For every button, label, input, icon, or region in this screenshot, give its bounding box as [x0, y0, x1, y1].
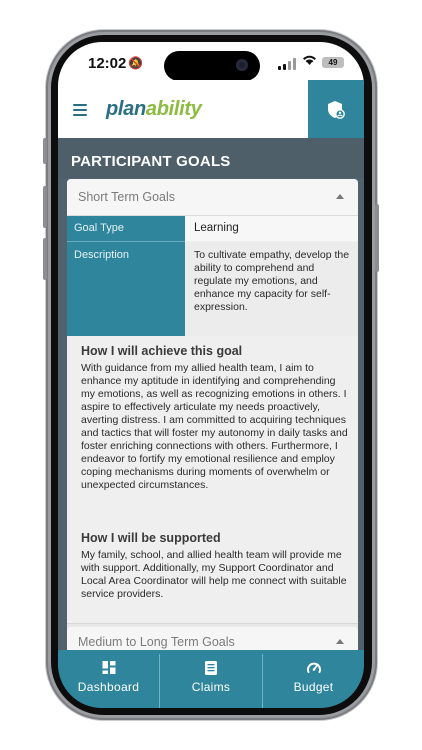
logo-ability-text: ability	[145, 98, 202, 120]
bottom-tab-bar: Dashboard Claims Budget	[58, 650, 364, 708]
description-value: To cultivate empathy, develop the abilit…	[194, 249, 350, 313]
caret-up-icon	[336, 194, 344, 199]
goal-type-label: Goal Type	[74, 222, 124, 234]
goal-type-value: Learning	[194, 222, 239, 234]
silent-bell-icon: 🔕	[128, 56, 143, 70]
volume-up-button	[43, 186, 47, 228]
tab-budget-label: Budget	[293, 680, 334, 694]
tab-dashboard[interactable]: Dashboard	[58, 650, 159, 708]
medium-long-term-goals-title: Medium to Long Term Goals	[78, 635, 235, 649]
app-header: planability	[58, 80, 364, 138]
tab-budget[interactable]: Budget	[263, 650, 364, 708]
menu-icon[interactable]	[73, 104, 87, 116]
achieve-goal-heading: How I will achieve this goal	[81, 344, 243, 358]
description-value-cell: To cultivate empathy, develop the abilit…	[185, 242, 358, 336]
camera-icon	[236, 59, 248, 71]
support-heading: How I will be supported	[81, 531, 221, 545]
status-bar: 12:02 🔕 49	[58, 42, 364, 81]
claims-icon	[205, 661, 217, 675]
power-button	[375, 204, 379, 272]
dashboard-icon	[102, 661, 115, 674]
tab-claims-label: Claims	[191, 680, 231, 694]
support-text: My family, school, and allied health tea…	[81, 549, 347, 600]
planability-logo: planability	[106, 98, 202, 121]
wifi-icon	[302, 54, 317, 69]
page-title: PARTICIPANT GOALS	[71, 153, 231, 170]
battery-indicator: 49	[322, 57, 344, 68]
goal-type-label-cell: Goal Type	[67, 216, 185, 242]
gauge-icon	[306, 662, 321, 673]
short-term-goals-card: Short Term Goals Goal Type Learning Desc…	[67, 179, 358, 640]
mute-switch	[43, 138, 47, 164]
shield-user-icon	[328, 101, 345, 119]
logo-plan-text: plan	[106, 98, 146, 120]
description-label: Description	[74, 249, 130, 261]
status-time: 12:02	[88, 55, 127, 72]
short-term-goals-accordion-header[interactable]: Short Term Goals	[67, 179, 358, 216]
description-label-cell: Description	[67, 242, 185, 336]
account-security-button[interactable]	[308, 80, 364, 138]
tab-claims[interactable]: Claims	[160, 650, 262, 708]
app-screen: 12:02 🔕 49 planability PARTICIPANT GOALS…	[58, 42, 364, 708]
caret-up-icon	[336, 639, 344, 644]
goal-type-value-cell: Learning	[185, 216, 358, 241]
tab-dashboard-label: Dashboard	[77, 680, 140, 694]
short-term-goals-title: Short Term Goals	[78, 190, 176, 204]
achieve-goal-text: With guidance from my allied health team…	[81, 362, 348, 491]
signal-icon	[278, 58, 296, 70]
volume-down-button	[43, 238, 47, 280]
